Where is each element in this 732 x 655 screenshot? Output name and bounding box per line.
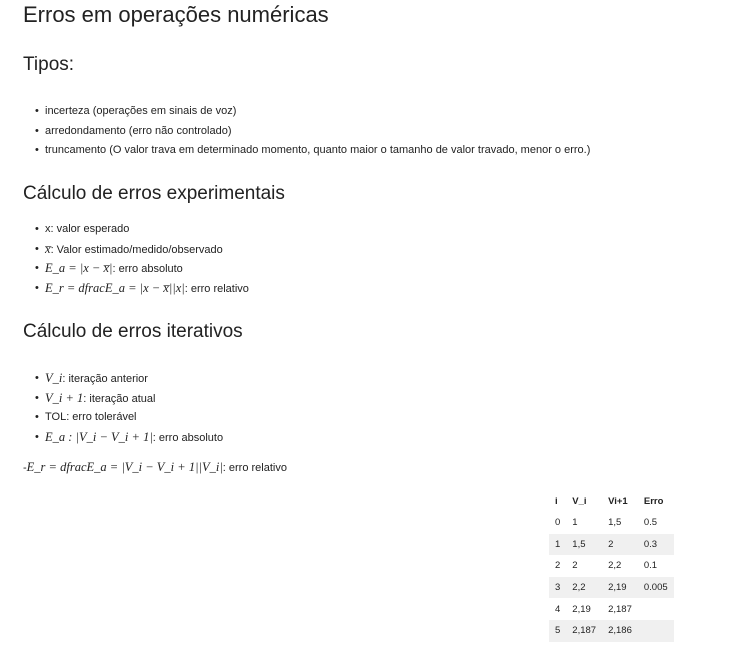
page-title: Erros em operações numéricas bbox=[23, 2, 329, 27]
list-item: x: valor esperado bbox=[35, 220, 249, 240]
math-expression: E_r = dfracE_a = |V_i − V_i + 1||V_i| bbox=[26, 460, 223, 474]
math-expression: V_i bbox=[45, 371, 63, 385]
column-header: V_i bbox=[572, 495, 587, 507]
table-row: 2 2 2,2 0.1 bbox=[549, 555, 674, 577]
section-heading-experimentais: Cálculo de erros experimentais bbox=[23, 183, 285, 204]
list-item: truncamento (O valor trava em determinad… bbox=[35, 141, 590, 161]
table-cell: 1 bbox=[572, 517, 578, 529]
iteration-table: i V_i Vi+1 Erro 0 1 1,5 0.5 1 1,5 2 0.3 … bbox=[549, 490, 674, 642]
table-cell: 2 bbox=[572, 560, 578, 572]
math-expression: E_a = |x − x̅| bbox=[45, 261, 113, 275]
item-text: : erro relativo bbox=[184, 282, 249, 295]
table-cell: 2,19 bbox=[602, 576, 638, 599]
item-text: : Valor estimado/medido/observado bbox=[50, 243, 223, 256]
experimentais-list: x: valor esperado x̅: Valor estimado/med… bbox=[35, 220, 249, 298]
math-expression: V_i + 1 bbox=[45, 390, 84, 405]
item-text: TOL: erro tolerável bbox=[45, 411, 137, 423]
list-item: x̅: Valor estimado/medido/observado bbox=[35, 240, 249, 260]
math-expression: E_a : |V_i − V_i + 1| bbox=[45, 429, 153, 444]
list-item: V_i + 1: iteração atual bbox=[35, 389, 223, 409]
item-text: x: valor esperado bbox=[45, 223, 130, 235]
table-cell: 1 bbox=[549, 533, 567, 556]
item-text: : erro absoluto bbox=[152, 431, 224, 444]
table-cell bbox=[638, 598, 674, 620]
section-heading-tipos: Tipos: bbox=[23, 54, 75, 75]
table-cell: 2,2 bbox=[608, 560, 622, 572]
table-cell: 2,19 bbox=[572, 603, 591, 615]
table-cell: 2 bbox=[602, 533, 638, 556]
list-item: E_a = |x − x̅|: erro absoluto bbox=[35, 259, 249, 279]
table-cell: 2 bbox=[555, 560, 561, 572]
table-cell: 2,187 bbox=[608, 603, 632, 615]
table-cell: 2,2 bbox=[566, 576, 603, 599]
table-cell: 0.3 bbox=[637, 533, 674, 556]
column-header: Vi+1 bbox=[608, 495, 628, 507]
item-text: : iteração atual bbox=[83, 392, 156, 405]
table-row: 1 1,5 2 0.3 bbox=[549, 533, 674, 556]
column-header: Erro bbox=[643, 495, 664, 507]
table-row: 0 1 1,5 0.5 bbox=[549, 512, 674, 534]
table-row: 5 2,187 2,186 bbox=[549, 619, 674, 642]
iterativos-list: V_i: iteração anterior V_i + 1: iteração… bbox=[35, 369, 223, 447]
list-item: arredondamento (erro não controlado) bbox=[35, 122, 590, 142]
table-cell: 5 bbox=[549, 619, 567, 642]
table-cell: 2,186 bbox=[602, 619, 638, 642]
paragraph-text: : erro relativo bbox=[222, 462, 287, 474]
table-cell: 1,5 bbox=[608, 517, 622, 529]
table-row: 4 2,19 2,187 bbox=[549, 598, 674, 620]
list-item: TOL: erro tolerável bbox=[35, 408, 223, 428]
table-cell: 0.5 bbox=[643, 517, 658, 529]
item-text: : erro absoluto bbox=[112, 263, 183, 275]
math-expression: E_r = dfracE_a = |x − x̅||x| bbox=[45, 280, 185, 295]
list-item: V_i: iteração anterior bbox=[35, 369, 223, 389]
list-item: E_r = dfracE_a = |x − x̅||x|: erro relat… bbox=[35, 279, 249, 299]
column-header: i bbox=[555, 495, 558, 507]
table-cell: 0.005 bbox=[637, 576, 674, 599]
table-cell: 1,5 bbox=[566, 533, 603, 556]
list-item: incerteza (operações em sinais de voz) bbox=[35, 102, 590, 122]
tipos-list: incerteza (operações em sinais de voz) a… bbox=[35, 102, 590, 161]
table-header-row: i V_i Vi+1 Erro bbox=[549, 490, 674, 512]
table-cell: 3 bbox=[549, 576, 567, 599]
item-text: : iteração anterior bbox=[62, 373, 148, 385]
table-cell: 4 bbox=[555, 603, 561, 615]
section-heading-iterativos: Cálculo de erros iterativos bbox=[23, 321, 243, 342]
erro-relativo-paragraph: -E_r = dfracE_a = |V_i − V_i + 1||V_i|: … bbox=[23, 459, 287, 476]
table-cell: 0 bbox=[555, 517, 561, 529]
table-cell: 0.1 bbox=[643, 560, 658, 572]
list-item: E_a : |V_i − V_i + 1|: erro absoluto bbox=[35, 428, 223, 448]
table-cell: 2,187 bbox=[566, 619, 603, 642]
table-cell bbox=[637, 619, 674, 642]
table-row: 3 2,2 2,19 0.005 bbox=[549, 576, 674, 599]
